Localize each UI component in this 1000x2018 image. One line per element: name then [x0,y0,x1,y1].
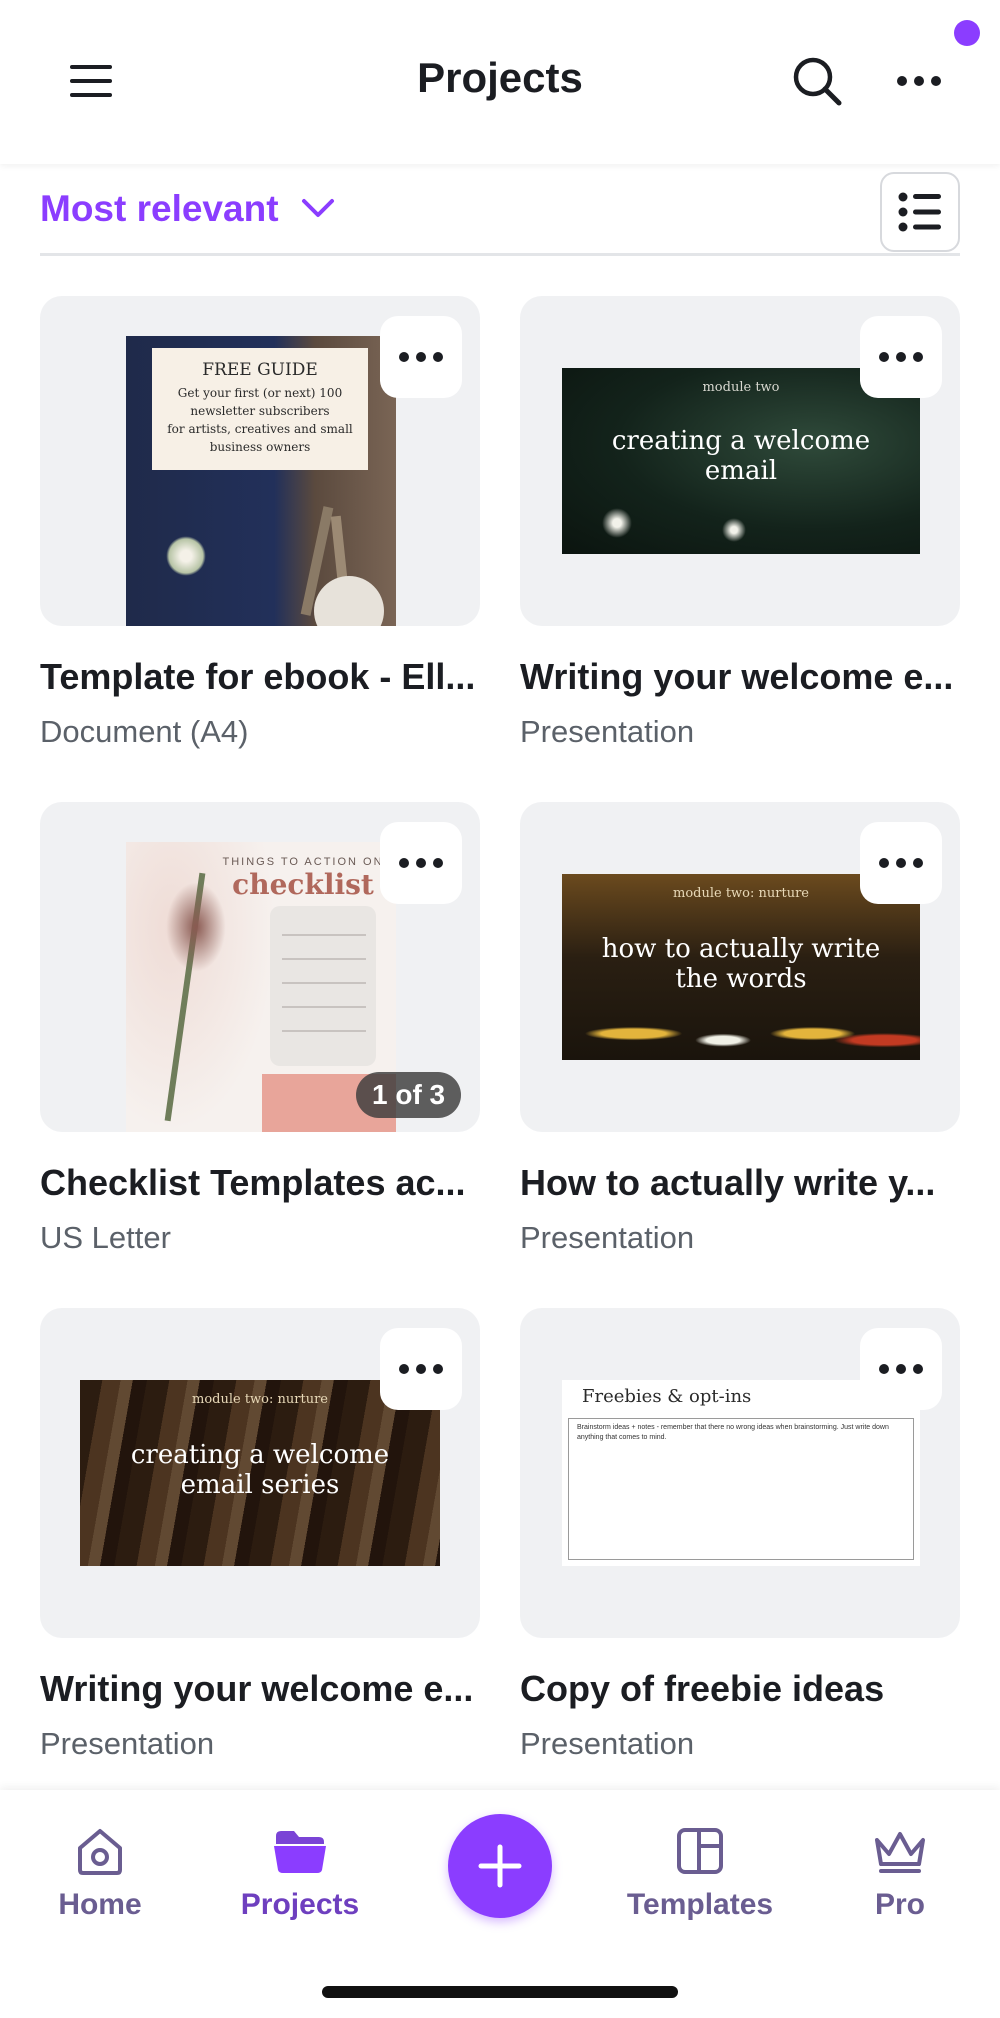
card-more-button[interactable] [380,316,462,398]
search-icon[interactable] [786,50,848,112]
list-view-toggle[interactable] [880,172,960,252]
checklist-page-art: THINGS TO ACTION ON checklist [126,842,396,1132]
project-title: Writing your welcome e... [520,656,954,697]
home-indicator [322,1986,678,1998]
slide-art: module two: nurture creating a welcome e… [80,1380,440,1566]
thumb-text: Brainstorm ideas + notes - remember that… [577,1424,889,1441]
thumb-text: newsletter subscribers [190,404,330,418]
thumb-text: Freebies & opt-ins [582,1386,752,1407]
flowers-decoration [562,994,920,1060]
nav-projects-label: Projects [240,1888,360,1921]
card-more-button[interactable] [380,822,462,904]
thumb-text: creating a welcome [130,1440,390,1470]
page-title: Projects [417,54,583,101]
project-title: Writing your welcome e... [40,1668,474,1709]
guide-label-box: FREE GUIDE Get your first (or next) 100 … [152,348,368,470]
nav-templates[interactable]: Templates [620,1826,780,1922]
project-type: US Letter [40,1220,171,1255]
card-more-button[interactable] [860,822,942,904]
flower-decoration [722,518,746,542]
project-type: Presentation [520,1726,695,1761]
thumb-text: email series [180,1470,340,1500]
templates-icon [677,1828,723,1874]
top-app-bar: Projects [0,0,1000,164]
sort-dropdown[interactable]: Most relevant [40,188,335,230]
card-more-button[interactable] [860,1328,942,1410]
thumb-text: how to actually write [601,934,881,964]
ebook-cover-art: FREE GUIDE Get your first (or next) 100 … [126,336,396,626]
notification-dot [954,20,980,46]
create-button[interactable] [448,1814,552,1918]
thumb-text: business owners [209,440,311,454]
plant-flowers [166,882,226,972]
project-title: Copy of freebie ideas [520,1668,885,1709]
thumb-text: Get your first (or next) 100 [177,386,343,400]
crown-icon [875,1832,925,1873]
list-view-icon [898,192,941,232]
project-title: Checklist Templates ac... [40,1162,466,1203]
project-type: Document (A4) [40,714,249,749]
folder-icon [274,1831,326,1873]
card-more-button[interactable] [860,316,942,398]
checklist-box [270,906,376,1066]
flower-decoration [602,508,632,538]
cup-decoration [314,576,384,626]
project-type: Presentation [40,1726,215,1761]
home-icon [78,1829,122,1875]
more-options-icon[interactable] [888,50,950,112]
thumb-text: email [704,456,778,486]
thumb-text: for artists, creatives and small [167,422,353,436]
project-type: Presentation [520,714,695,749]
thumb-text: FREE GUIDE [202,360,318,380]
slide-art: module two creating a welcome email [562,368,920,554]
slide-art: Freebies & opt-ins Brainstorm ideas + no… [562,1380,920,1566]
nav-home-label: Home [58,1888,142,1921]
sort-bar: Most relevant [40,170,960,256]
nav-projects[interactable]: Projects [220,1826,380,1922]
project-title: How to actually write y... [520,1162,936,1203]
notes-box: Brainstorm ideas + notes - remember that… [568,1418,914,1560]
slide-art: module two: nurture how to actually writ… [562,874,920,1060]
page-count-badge: 1 of 3 [356,1072,462,1118]
nav-home[interactable]: Home [20,1826,180,1922]
bottom-navigation: Home Projects Templates Pro [0,1790,1000,2018]
flower-decoration [166,536,206,576]
nav-templates-label: Templates [626,1888,774,1921]
thumb-text: checklist [232,868,374,901]
nav-pro[interactable]: Pro [820,1826,980,1922]
thumb-text: THINGS TO ACTION ON [222,856,384,868]
thumb-text: the words [675,964,807,994]
project-title: Template for ebook - Ell... [40,656,476,697]
card-more-button[interactable] [380,1328,462,1410]
thumb-text: creating a welcome [611,426,871,456]
chevron-down-icon [301,199,334,217]
sort-label: Most relevant [40,188,279,229]
plus-icon [478,1844,522,1888]
project-type: Presentation [520,1220,695,1255]
nav-pro-label: Pro [874,1888,925,1921]
